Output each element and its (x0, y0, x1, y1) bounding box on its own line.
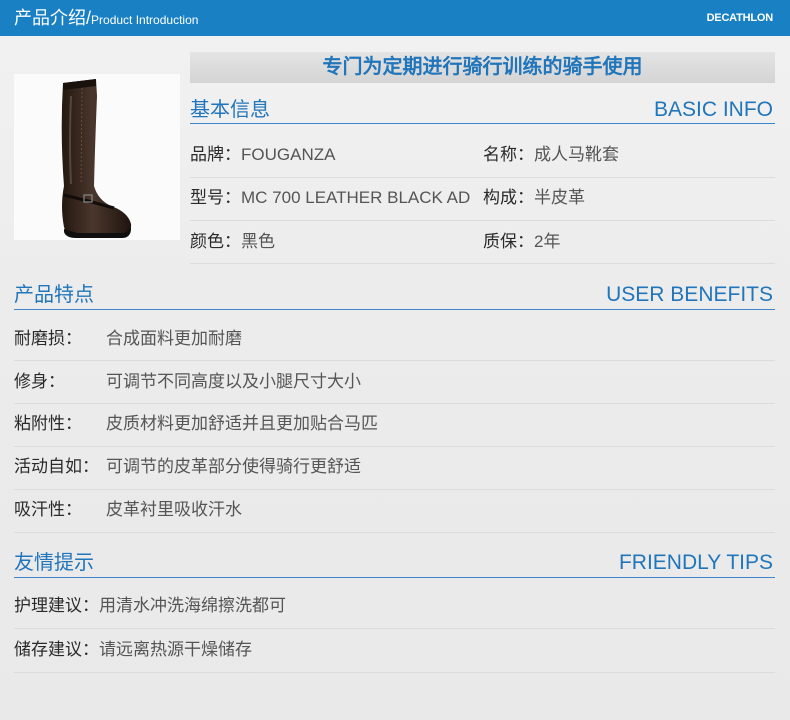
field-value: MC 700 LEATHER BLACK AD (241, 188, 471, 207)
field-brand: 品牌：FOUGANZA (190, 143, 335, 167)
basic-info-rule (190, 123, 775, 124)
field-name: 名称：成人马靴套 (483, 143, 619, 167)
benefit-label: 粘附性： (14, 414, 82, 433)
benefit-value: 皮质材料更加舒适并且更加贴合马匹 (106, 414, 378, 433)
field-label: 颜色： (190, 232, 241, 251)
riding-boot-icon (61, 79, 132, 238)
page-title-cn: 产品介绍/ (14, 8, 92, 28)
field-label: 型号： (190, 188, 241, 207)
field-value: FOUGANZA (241, 145, 336, 164)
benefit-value: 可调节的皮革部分使得骑行更舒适 (106, 457, 361, 476)
benefit-label: 修身： (14, 372, 65, 391)
benefit-value: 可调节不同高度以及小腿尺寸大小 (106, 372, 361, 391)
boot-shaft (61, 79, 132, 235)
benefit-label: 活动自如： (14, 457, 99, 476)
benefit-label: 耐磨损： (14, 329, 82, 348)
tip-value: 用清水冲洗海绵擦洗都可 (99, 596, 286, 615)
field-color: 颜色：黑色 (190, 230, 275, 254)
divider (14, 360, 775, 361)
header-bar: 产品介绍/Product Introduction DECATHLON (0, 0, 790, 36)
tip-care: 护理建议：用清水冲洗海绵擦洗都可 (14, 594, 286, 618)
product-introduction-page: 产品介绍/Product Introduction DECATHLON 专门为定… (0, 0, 790, 720)
user-benefits-heading-en: USER BENEFITS (606, 283, 773, 306)
field-value: 黑色 (241, 232, 275, 251)
field-label: 品牌： (190, 145, 241, 164)
tip-storage: 储存建议：请远离热源干燥储存 (14, 638, 252, 662)
divider (14, 446, 775, 447)
tip-label: 储存建议： (14, 640, 99, 659)
divider (14, 672, 775, 673)
divider (14, 628, 775, 629)
field-value: 成人马靴套 (534, 145, 619, 164)
friendly-tips-rule (14, 577, 775, 578)
user-benefits-heading: 产品特点 (14, 284, 94, 306)
divider (14, 489, 775, 490)
divider (190, 220, 775, 221)
basic-info-heading: 基本信息 (190, 99, 270, 121)
field-value: 2年 (534, 232, 561, 251)
field-label: 质保： (483, 232, 534, 251)
friendly-tips-heading: 友情提示 (14, 552, 94, 574)
product-image (14, 74, 180, 240)
tip-value: 请远离热源干燥储存 (99, 640, 252, 659)
benefit-label: 吸汗性： (14, 500, 82, 519)
field-warranty: 质保：2年 (483, 230, 560, 254)
user-benefits-rule (14, 309, 775, 310)
decathlon-logo: DECATHLON (706, 12, 774, 24)
field-model: 型号：MC 700 LEATHER BLACK AD (190, 186, 470, 210)
field-label: 名称： (483, 145, 534, 164)
divider (14, 403, 775, 404)
divider (14, 532, 775, 533)
divider (190, 177, 775, 178)
tagline-banner: 专门为定期进行骑行训练的骑手使用 (190, 52, 775, 83)
field-composition: 构成：半皮革 (483, 186, 585, 210)
friendly-tips-heading-en: FRIENDLY TIPS (618, 551, 773, 574)
field-value: 半皮革 (534, 188, 585, 207)
divider (190, 263, 775, 264)
page-title-en: Product Introduction (91, 13, 199, 27)
benefit-value: 合成面料更加耐磨 (106, 329, 242, 348)
basic-info-heading-en: BASIC INFO (653, 98, 773, 121)
field-label: 构成： (483, 188, 534, 207)
page-title: 产品介绍/Product Introduction (14, 6, 198, 32)
boot-highlight (69, 95, 72, 185)
benefit-value: 皮革衬里吸收汗水 (106, 500, 242, 519)
tip-label: 护理建议： (14, 596, 99, 615)
